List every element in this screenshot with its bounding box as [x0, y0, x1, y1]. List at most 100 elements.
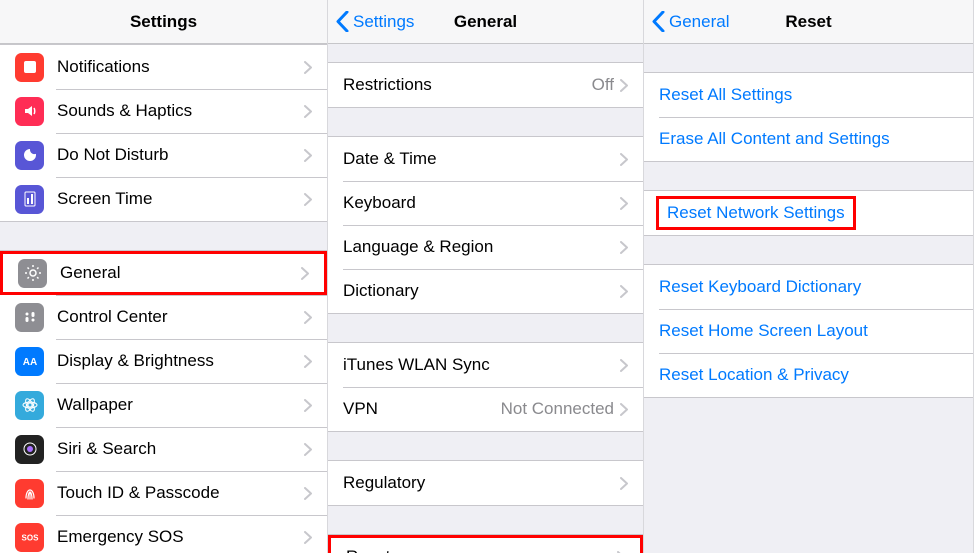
chevron-right-icon [620, 79, 628, 92]
chevron-right-icon [301, 267, 309, 280]
chevron-right-icon [620, 359, 628, 372]
controlcenter-icon [15, 303, 44, 332]
reset-row-reset-network-settings[interactable]: Reset Network Settings [644, 191, 973, 235]
chevron-right-icon [304, 531, 312, 544]
sounds-icon [15, 97, 44, 126]
general-row-reset[interactable]: Reset [328, 535, 643, 553]
reset-list: Reset All Settings Erase All Content and… [644, 44, 973, 553]
spacer [644, 44, 973, 72]
navbar-settings: Settings [0, 0, 327, 44]
general-row-date-time[interactable]: Date & Time [328, 137, 643, 181]
chevron-right-icon [304, 355, 312, 368]
settings-row-general[interactable]: General [0, 251, 327, 295]
settings-row-control-center[interactable]: Control Center [0, 295, 327, 339]
general-row-itunes-wlan-sync[interactable]: iTunes WLAN Sync [328, 343, 643, 387]
svg-text:SOS: SOS [21, 534, 38, 543]
navbar-general: Settings General [328, 0, 643, 44]
row-label: Reset Keyboard Dictionary [659, 277, 958, 297]
dnd-icon [15, 141, 44, 170]
settings-row-do-not-disturb[interactable]: Do Not Disturb [0, 133, 327, 177]
siri-icon [15, 435, 44, 464]
chevron-right-icon [620, 241, 628, 254]
row-label: Display & Brightness [57, 351, 304, 371]
reset-row-reset-keyboard-dictionary[interactable]: Reset Keyboard Dictionary [644, 265, 973, 309]
chevron-right-icon [304, 311, 312, 324]
row-label: Wallpaper [57, 395, 304, 415]
spacer [644, 162, 973, 190]
row-label: Emergency SOS [57, 527, 304, 547]
general-row-dictionary[interactable]: Dictionary [328, 269, 643, 313]
row-label: Reset Location & Privacy [659, 365, 958, 385]
row-label: Reset All Settings [659, 85, 958, 105]
row-label: Control Center [57, 307, 304, 327]
chevron-right-icon [304, 443, 312, 456]
general-row-language-region[interactable]: Language & Region [328, 225, 643, 269]
settings-row-display-brightness[interactable]: AA Display & Brightness [0, 339, 327, 383]
reset-row-reset-all-settings[interactable]: Reset All Settings [644, 73, 973, 117]
back-label: Settings [353, 12, 414, 32]
row-detail: Not Connected [501, 399, 614, 419]
spacer [328, 432, 643, 460]
chevron-right-icon [304, 193, 312, 206]
reset-row-erase-all-content-and-settings[interactable]: Erase All Content and Settings [644, 117, 973, 161]
settings-row-touch-id-passcode[interactable]: Touch ID & Passcode [0, 471, 327, 515]
highlight-box: Reset Network Settings [656, 196, 856, 230]
back-label: General [669, 12, 729, 32]
row-label: Touch ID & Passcode [57, 483, 304, 503]
general-row-regulatory[interactable]: Regulatory [328, 461, 643, 505]
chevron-left-icon [336, 11, 349, 32]
row-label: Keyboard [343, 193, 620, 213]
reset-panel: General Reset Reset All Settings Erase A… [644, 0, 974, 553]
settings-row-siri-search[interactable]: Siri & Search [0, 427, 327, 471]
settings-row-emergency-sos[interactable]: SOS Emergency SOS [0, 515, 327, 553]
reset-row-reset-home-screen-layout[interactable]: Reset Home Screen Layout [644, 309, 973, 353]
row-label: Do Not Disturb [57, 145, 304, 165]
chevron-left-icon [652, 11, 665, 32]
row-label: Reset [346, 547, 617, 553]
row-label: Sounds & Haptics [57, 101, 304, 121]
general-row-keyboard[interactable]: Keyboard [328, 181, 643, 225]
notifications-icon [15, 53, 44, 82]
row-label: Restrictions [343, 75, 592, 95]
row-label: Reset Network Settings [667, 203, 845, 222]
nav-title: Settings [0, 12, 327, 32]
settings-row-screen-time[interactable]: Screen Time [0, 177, 327, 221]
chevron-right-icon [620, 477, 628, 490]
svg-text:AA: AA [22, 357, 36, 368]
back-to-general[interactable]: General [652, 11, 729, 32]
spacer [328, 506, 643, 534]
row-label: Reset Home Screen Layout [659, 321, 958, 341]
general-row-vpn[interactable]: VPN Not Connected [328, 387, 643, 431]
chevron-right-icon [304, 61, 312, 74]
row-label: Dictionary [343, 281, 620, 301]
screentime-icon [15, 185, 44, 214]
navbar-reset: General Reset [644, 0, 973, 44]
row-label: Language & Region [343, 237, 620, 257]
settings-row-sounds-haptics[interactable]: Sounds & Haptics [0, 89, 327, 133]
spacer [0, 222, 327, 250]
row-detail: Off [592, 75, 614, 95]
chevron-right-icon [620, 197, 628, 210]
chevron-right-icon [304, 487, 312, 500]
settings-root-panel: Settings Notifications Sounds & Haptics … [0, 0, 328, 553]
general-icon [18, 259, 47, 288]
settings-row-wallpaper[interactable]: Wallpaper [0, 383, 327, 427]
row-label: iTunes WLAN Sync [343, 355, 620, 375]
sos-icon: SOS [15, 523, 44, 552]
chevron-right-icon [304, 105, 312, 118]
row-label: Screen Time [57, 189, 304, 209]
general-row-restrictions[interactable]: Restrictions Off [328, 63, 643, 107]
row-label: General [60, 263, 301, 283]
row-label: Regulatory [343, 473, 620, 493]
row-label: Siri & Search [57, 439, 304, 459]
spacer [644, 236, 973, 264]
row-label: VPN [343, 399, 501, 419]
settings-row-notifications[interactable]: Notifications [0, 45, 327, 89]
chevron-right-icon [620, 285, 628, 298]
reset-row-reset-location-privacy[interactable]: Reset Location & Privacy [644, 353, 973, 397]
row-label: Date & Time [343, 149, 620, 169]
chevron-right-icon [304, 149, 312, 162]
row-label: Notifications [57, 57, 304, 77]
wallpaper-icon [15, 391, 44, 420]
back-to-settings[interactable]: Settings [336, 11, 414, 32]
